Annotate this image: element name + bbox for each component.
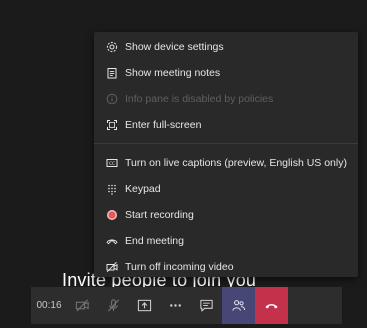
menu-item-meeting-notes[interactable]: Show meeting notes — [94, 60, 358, 86]
svg-text:CC: CC — [109, 161, 115, 166]
share-screen-icon — [137, 299, 152, 312]
call-controls-toolbar: 00:16 — [31, 287, 342, 324]
menu-item-label: Turn on live captions (preview, English … — [125, 157, 347, 169]
more-actions-button[interactable] — [160, 287, 191, 324]
fullscreen-icon — [106, 119, 118, 131]
menu-item-label: Start recording — [125, 209, 194, 221]
menu-item-start-recording[interactable]: Start recording — [94, 202, 358, 228]
meeting-stage: Invite people to join you Show device se… — [0, 0, 367, 328]
chat-button[interactable] — [191, 287, 222, 324]
participants-icon — [232, 300, 246, 311]
menu-item-full-screen[interactable]: Enter full-screen — [94, 112, 358, 138]
menu-divider — [94, 143, 358, 144]
menu-item-label: Enter full-screen — [125, 119, 202, 131]
mic-off-icon — [107, 299, 120, 312]
video-off-icon — [106, 261, 118, 273]
menu-item-device-settings[interactable]: Show device settings — [94, 34, 358, 60]
captions-icon: CC — [106, 157, 118, 169]
more-actions-menu: Show device settings Show meeting notes … — [94, 32, 358, 277]
participants-button[interactable] — [222, 287, 255, 324]
menu-item-info-pane: Info pane is disabled by policies — [94, 86, 358, 112]
call-timer: 00:16 — [36, 300, 62, 311]
mic-toggle-button[interactable] — [98, 287, 129, 324]
menu-item-label: Turn off incoming video — [125, 261, 234, 273]
menu-item-turn-off-incoming-video[interactable]: Turn off incoming video — [94, 254, 358, 280]
more-icon — [170, 304, 181, 307]
end-meeting-icon — [106, 235, 118, 247]
share-screen-button[interactable] — [129, 287, 160, 324]
menu-item-label: Keypad — [125, 183, 161, 195]
menu-item-end-meeting[interactable]: End meeting — [94, 228, 358, 254]
info-icon — [106, 93, 118, 105]
menu-item-keypad[interactable]: Keypad — [94, 176, 358, 202]
camera-toggle-button[interactable] — [67, 287, 98, 324]
chat-icon — [200, 299, 213, 312]
hang-up-button[interactable] — [255, 287, 288, 324]
menu-item-label: Show meeting notes — [125, 67, 221, 79]
hang-up-icon — [265, 304, 278, 309]
menu-item-label: End meeting — [125, 235, 184, 247]
gear-icon — [106, 41, 118, 53]
menu-item-label: Show device settings — [125, 41, 224, 53]
menu-item-live-captions[interactable]: CC Turn on live captions (preview, Engli… — [94, 150, 358, 176]
record-icon — [106, 209, 118, 221]
menu-item-label: Info pane is disabled by policies — [125, 93, 274, 105]
notes-icon — [106, 67, 118, 79]
camera-off-icon — [75, 299, 89, 312]
keypad-icon — [106, 183, 118, 195]
